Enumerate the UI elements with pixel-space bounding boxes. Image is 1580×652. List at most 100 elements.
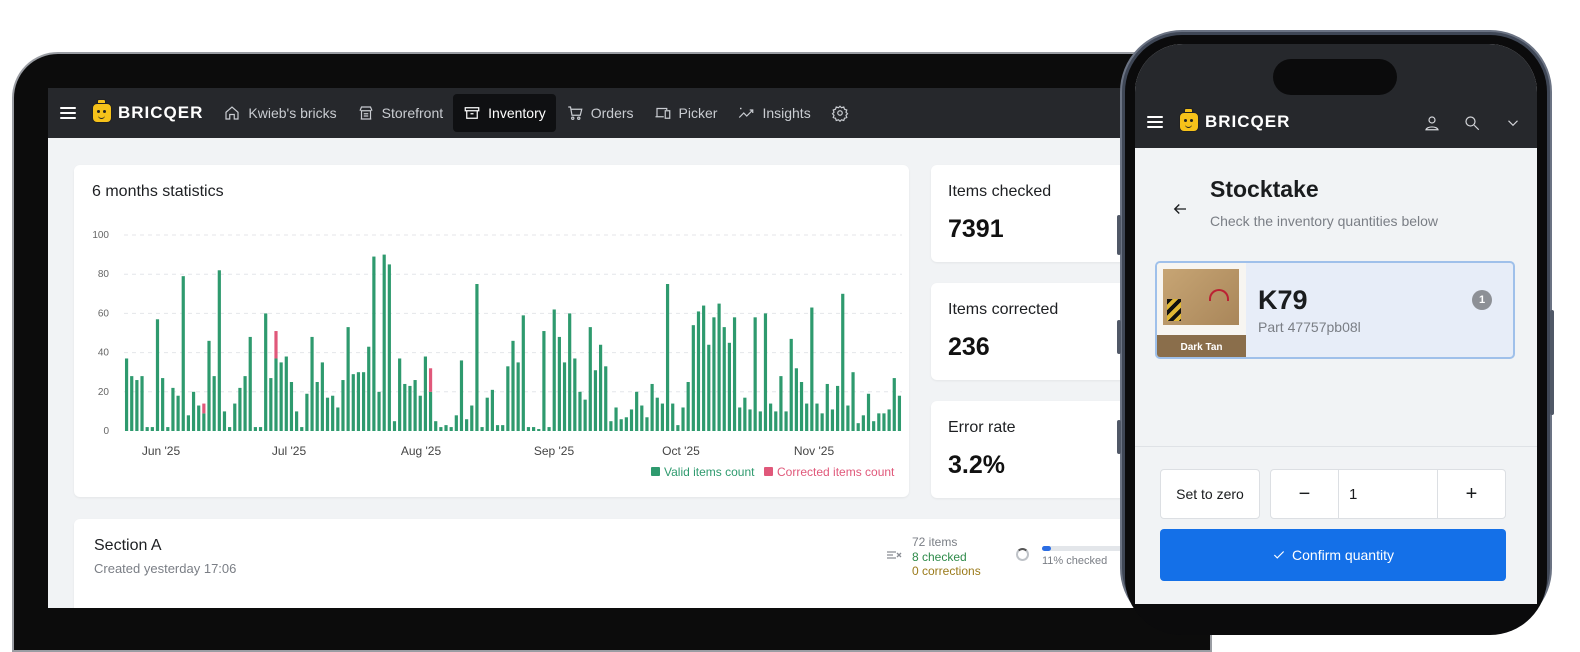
inventory-icon xyxy=(463,104,481,122)
valid-bar xyxy=(671,403,675,431)
valid-bar xyxy=(532,427,536,431)
phone-volume-down-button xyxy=(1117,320,1121,354)
mobile-nav-left: BRICQER xyxy=(1147,108,1290,132)
valid-bar xyxy=(753,317,757,431)
y-tick-label: 40 xyxy=(98,348,110,359)
valid-bar xyxy=(346,327,350,431)
confirm-quantity-button[interactable]: Confirm quantity xyxy=(1160,529,1506,581)
back-arrow-icon[interactable] xyxy=(1171,200,1189,218)
valid-bar xyxy=(392,421,397,431)
nav-item-orders[interactable]: Orders xyxy=(556,94,644,132)
valid-bar xyxy=(702,305,706,431)
valid-bar xyxy=(310,336,314,431)
valid-bar xyxy=(341,380,345,431)
valid-bar xyxy=(423,356,428,431)
valid-bar xyxy=(186,415,191,431)
nav-item-inventory[interactable]: Inventory xyxy=(453,94,556,132)
mobile-menu-icon[interactable] xyxy=(1147,116,1163,128)
bricqer-logo-icon xyxy=(92,99,112,123)
valid-bar xyxy=(336,407,340,431)
x-tick-label: Sep '25 xyxy=(534,444,575,458)
valid-bar xyxy=(738,407,742,431)
valid-bar xyxy=(691,325,695,431)
menu-icon[interactable] xyxy=(60,107,76,119)
quantity-input[interactable]: 1 xyxy=(1338,469,1438,519)
valid-bar xyxy=(403,383,407,431)
valid-bar xyxy=(650,383,654,431)
storefront-icon xyxy=(357,104,375,122)
valid-bar xyxy=(501,425,505,431)
part-image xyxy=(1163,269,1239,325)
valid-bar xyxy=(490,389,494,431)
valid-bar xyxy=(413,380,417,431)
valid-bar xyxy=(176,395,180,431)
chevron-down-icon[interactable] xyxy=(1504,114,1522,132)
valid-bar xyxy=(124,358,129,431)
valid-bar xyxy=(191,391,196,431)
valid-bar xyxy=(526,427,531,431)
nav-item-kwiebs-bricks[interactable]: Kwieb's bricks xyxy=(213,94,346,132)
valid-bar xyxy=(207,340,211,431)
nav-item-insights[interactable]: Insights xyxy=(727,94,820,132)
section-stats: 72 items 8 checked 0 corrections xyxy=(912,535,981,579)
loading-ring-icon xyxy=(1016,548,1029,561)
page-title: Stocktake xyxy=(1210,176,1319,202)
set-to-zero-button[interactable]: Set to zero xyxy=(1160,469,1260,519)
section-progress-fill xyxy=(1042,546,1051,551)
valid-bar xyxy=(820,413,824,431)
valid-bar xyxy=(470,405,474,431)
nav-item-label: Kwieb's bricks xyxy=(248,105,337,121)
valid-bar xyxy=(624,417,628,431)
increment-button[interactable]: + xyxy=(1437,469,1506,519)
valid-bar xyxy=(315,382,319,431)
valid-bar xyxy=(269,378,273,431)
section-items-count: 72 items xyxy=(912,535,958,549)
valid-bar xyxy=(233,403,237,431)
valid-bar xyxy=(485,397,489,431)
section-progress-label: 11% checked xyxy=(1042,555,1108,567)
valid-bar xyxy=(573,358,577,431)
settings-button[interactable] xyxy=(821,94,866,132)
valid-bar xyxy=(465,419,469,431)
statistics-card: 6 months statistics 0 20 40 60 80 100 Jun '25 J… xyxy=(74,165,909,497)
decrement-button[interactable]: − xyxy=(1270,469,1339,519)
valid-bar xyxy=(238,387,242,431)
section-card[interactable]: Section A Created yesterday 17:06 72 ite… xyxy=(74,519,1168,608)
valid-bar xyxy=(140,376,144,431)
brand-logo[interactable]: BRICQER xyxy=(92,99,203,123)
valid-bar xyxy=(243,376,247,431)
kpi-label: Items corrected xyxy=(948,301,1059,318)
user-icon[interactable] xyxy=(1423,114,1441,132)
valid-bar xyxy=(248,336,252,431)
legend-swatch-valid xyxy=(651,467,660,476)
valid-bar xyxy=(300,427,304,431)
nav-item-storefront[interactable]: Storefront xyxy=(347,94,453,132)
nav-item-picker[interactable]: Picker xyxy=(644,94,728,132)
valid-bar xyxy=(748,409,752,431)
quantity-badge: 1 xyxy=(1472,290,1492,310)
stocktake-item-card[interactable]: Dark Tan K79 Part 47757pb08l 1 xyxy=(1155,261,1515,359)
section-title: Section A xyxy=(94,537,162,554)
legend-label-valid: Valid items count xyxy=(664,465,755,479)
valid-bar xyxy=(593,370,598,431)
valid-bar xyxy=(130,376,134,431)
x-tick-label: Jun '25 xyxy=(142,444,181,458)
valid-bar xyxy=(758,411,762,431)
valid-bar xyxy=(295,411,299,431)
valid-bar xyxy=(609,421,613,431)
valid-bar xyxy=(197,405,201,431)
search-icon[interactable] xyxy=(1463,114,1481,132)
valid-bar xyxy=(645,417,649,431)
valid-bar xyxy=(222,411,227,431)
valid-bar xyxy=(851,372,855,431)
devices-icon xyxy=(654,104,672,122)
legend-label-corrected: Corrected items count xyxy=(777,465,895,479)
kpi-label: Error rate xyxy=(948,419,1016,436)
valid-bar xyxy=(774,411,778,431)
cart-icon xyxy=(566,104,584,122)
section-corrections-count: 0 corrections xyxy=(912,564,981,578)
valid-bar xyxy=(825,383,829,431)
valid-bar xyxy=(681,407,685,431)
valid-bar xyxy=(320,362,324,431)
valid-bar xyxy=(145,427,149,431)
